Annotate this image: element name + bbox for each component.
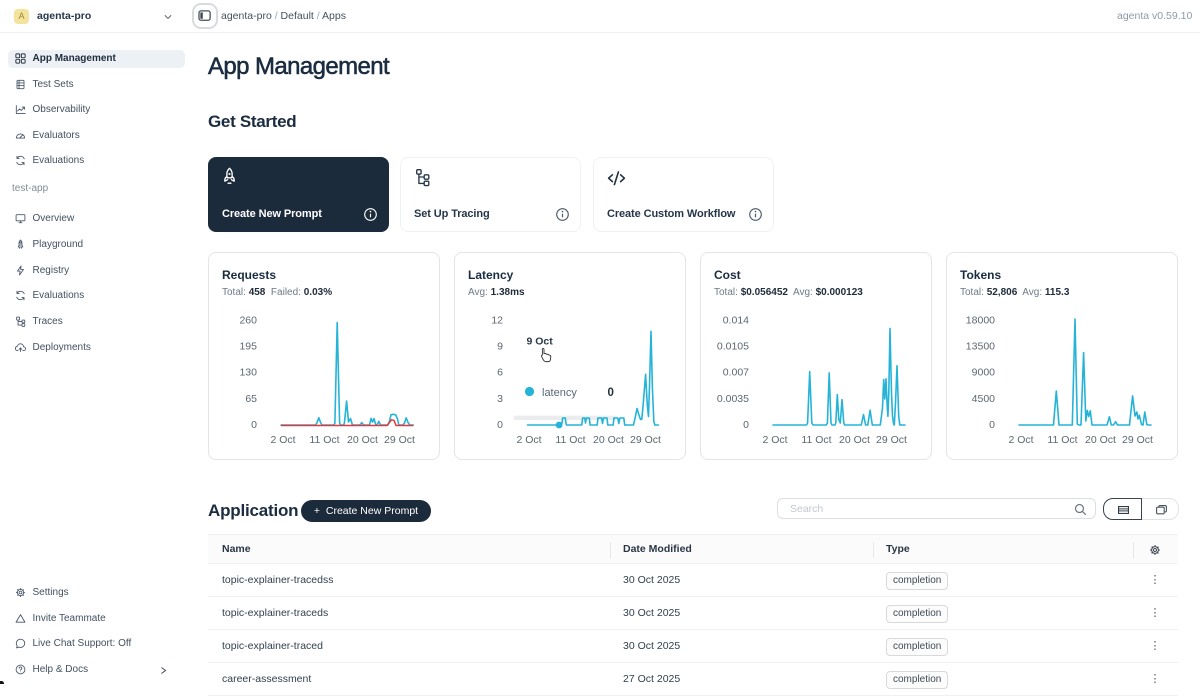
svg-text:29 Oct: 29 Oct — [1122, 434, 1153, 446]
svg-text:0: 0 — [608, 387, 614, 399]
svg-text:9000: 9000 — [972, 367, 996, 379]
svg-text:12: 12 — [491, 314, 503, 326]
svg-text:13500: 13500 — [966, 341, 995, 353]
svg-text:130: 130 — [239, 367, 257, 379]
svg-text:0.0105: 0.0105 — [717, 341, 749, 353]
svg-text:20 Oct: 20 Oct — [1085, 434, 1116, 446]
svg-text:260: 260 — [239, 314, 257, 326]
svg-text:2 Oct: 2 Oct — [762, 434, 787, 446]
svg-text:195: 195 — [239, 341, 257, 353]
svg-text:0.0035: 0.0035 — [717, 393, 749, 405]
svg-text:0: 0 — [251, 419, 257, 431]
svg-text:4500: 4500 — [972, 393, 996, 405]
svg-text:0.007: 0.007 — [723, 367, 749, 379]
svg-text:6: 6 — [497, 367, 503, 379]
svg-text:11 Oct: 11 Oct — [1047, 434, 1077, 446]
svg-text:20 Oct: 20 Oct — [839, 434, 870, 446]
svg-text:11 Oct: 11 Oct — [555, 434, 585, 446]
svg-text:0: 0 — [497, 419, 503, 431]
svg-text:29 Oct: 29 Oct — [630, 434, 661, 446]
svg-text:65: 65 — [245, 393, 257, 405]
svg-text:20 Oct: 20 Oct — [347, 434, 378, 446]
svg-text:29 Oct: 29 Oct — [876, 434, 907, 446]
svg-text:3: 3 — [497, 393, 503, 405]
svg-text:9 Oct: 9 Oct — [527, 336, 554, 348]
svg-text:11 Oct: 11 Oct — [309, 434, 339, 446]
svg-text:0: 0 — [989, 419, 995, 431]
svg-text:2 Oct: 2 Oct — [270, 434, 295, 446]
svg-text:20 Oct: 20 Oct — [593, 434, 624, 446]
svg-text:9: 9 — [497, 341, 503, 353]
svg-text:0: 0 — [743, 419, 749, 431]
svg-text:2 Oct: 2 Oct — [516, 434, 541, 446]
svg-text:29 Oct: 29 Oct — [384, 434, 415, 446]
svg-text:18000: 18000 — [966, 314, 995, 326]
svg-text:0.014: 0.014 — [723, 314, 749, 326]
svg-text:latency: latency — [542, 387, 577, 399]
svg-text:2 Oct: 2 Oct — [1008, 434, 1033, 446]
svg-text:11 Oct: 11 Oct — [801, 434, 831, 446]
